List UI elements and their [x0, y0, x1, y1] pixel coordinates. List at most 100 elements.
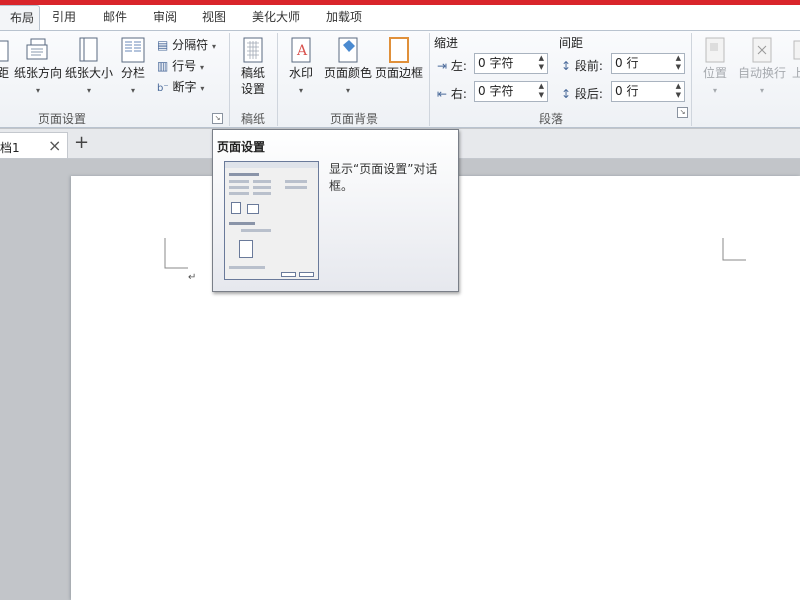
- page-setup-tooltip: 页面设置 显示“页面设置”对话框。: [212, 129, 459, 292]
- page-setup-dialog-preview-icon: [224, 161, 319, 280]
- group-separator: [429, 33, 430, 126]
- size-label: 纸张大小: [64, 66, 113, 80]
- tab-layout[interactable]: 布局: [0, 5, 40, 30]
- line-numbers-icon: ▥: [157, 59, 169, 73]
- wrap-text-icon: [752, 37, 772, 63]
- page-color-button[interactable]: 页面颜色 ▾: [322, 35, 374, 99]
- margins-button[interactable]: 距: [0, 35, 10, 81]
- spacing-after-input[interactable]: 0 行 ▲ ▼: [611, 81, 685, 102]
- page-color-dropdown-icon: ▾: [345, 86, 350, 95]
- breaks-icon: ▤: [157, 38, 169, 52]
- document-tab-title: 档1: [0, 141, 20, 155]
- svg-text:A: A: [296, 43, 308, 59]
- ribbon-tab-row: 布局 引用 邮件 审阅 视图 美化大师 加载项: [0, 5, 800, 30]
- wrap-text-dropdown-icon: ▾: [759, 86, 764, 95]
- bring-forward-label: 上: [791, 66, 800, 80]
- margins-label: 距: [0, 66, 9, 80]
- spacing-after-icon: ↕: [561, 87, 572, 101]
- breaks-button[interactable]: ▤ 分隔符 ▾: [157, 36, 216, 53]
- page-borders-label: 页面边框: [374, 66, 423, 80]
- position-label: 位置: [702, 66, 727, 80]
- page-color-icon: [338, 37, 358, 63]
- watermark-icon: A: [291, 37, 311, 63]
- new-tab-icon[interactable]: +: [74, 132, 89, 153]
- manuscript-button[interactable]: 稿纸 设置: [233, 35, 273, 97]
- tab-addins[interactable]: 加载项: [326, 5, 362, 30]
- indent-right-input[interactable]: 0 字符 ▲ ▼: [474, 81, 548, 102]
- orientation-dropdown-icon: ▾: [35, 86, 40, 95]
- position-button[interactable]: 位置 ▾: [697, 35, 733, 99]
- line-numbers-label: 行号: [172, 59, 197, 73]
- tab-view[interactable]: 视图: [202, 5, 226, 30]
- columns-dropdown-icon: ▾: [130, 86, 135, 95]
- tab-review[interactable]: 审阅: [153, 5, 177, 30]
- watermark-label: 水印: [288, 66, 313, 80]
- hyphenation-label: 断字: [172, 80, 197, 94]
- tab-mail[interactable]: 邮件: [103, 5, 127, 30]
- page-setup-dialog-launcher-icon[interactable]: ↘: [212, 113, 223, 124]
- paragraph-group-label: 段落: [538, 112, 563, 126]
- size-dropdown-icon: ▾: [86, 86, 91, 95]
- wrap-text-button[interactable]: 自动换行 ▾: [736, 35, 788, 99]
- spacing-before-input[interactable]: 0 行 ▲ ▼: [611, 53, 685, 74]
- ribbon: 距 纸张方向 ▾ 纸张大小 ▾ 分栏 ▾ ▤ 分隔符 ▾ ▥ 行号 ▾ b⁻ 断字 ▾…: [0, 30, 800, 128]
- paragraph-dialog-launcher-icon[interactable]: ↘: [677, 107, 688, 118]
- breaks-dropdown-icon: ▾: [212, 42, 217, 51]
- hyphenation-dropdown-icon: ▾: [200, 84, 205, 93]
- indent-right-icon: ⇤: [437, 87, 448, 101]
- manuscript-label-2: 设置: [240, 82, 265, 96]
- line-numbers-button[interactable]: ▥ 行号 ▾: [157, 57, 204, 74]
- columns-label: 分栏: [120, 66, 145, 80]
- group-separator: [277, 33, 278, 126]
- spacing-before-label: ↕ 段前:: [561, 59, 603, 73]
- size-button[interactable]: 纸张大小 ▾: [64, 35, 114, 99]
- manuscript-group-label: 稿纸: [240, 112, 265, 126]
- line-numbers-dropdown-icon: ▾: [200, 63, 205, 72]
- manuscript-label-1: 稿纸: [240, 66, 265, 80]
- orientation-button[interactable]: 纸张方向 ▾: [13, 35, 63, 99]
- breaks-label: 分隔符: [172, 38, 209, 52]
- group-separator: [691, 33, 692, 126]
- hyphenation-button[interactable]: b⁻ 断字 ▾: [157, 78, 204, 95]
- spacing-after-label: ↕ 段后:: [561, 87, 603, 101]
- spin-arrows-icon[interactable]: ▲ ▼: [676, 82, 681, 100]
- page-background-group-label: 页面背景: [329, 112, 378, 126]
- page-setup-group-label: 页面设置: [37, 112, 86, 126]
- paper-size-icon: [79, 37, 98, 62]
- tab-reference[interactable]: 引用: [52, 5, 76, 30]
- spin-arrows-icon[interactable]: ▲ ▼: [676, 54, 681, 72]
- spacing-before-icon: ↕: [561, 59, 572, 73]
- margins-icon: [0, 40, 9, 62]
- indent-left-input[interactable]: 0 字符 ▲ ▼: [474, 53, 548, 74]
- indent-left-icon: ⇥: [437, 59, 448, 73]
- bring-forward-button[interactable]: 上: [788, 35, 800, 81]
- page-color-label: 页面颜色: [323, 66, 372, 80]
- tooltip-title: 页面设置: [217, 140, 266, 154]
- page-borders-icon: [389, 37, 409, 63]
- document-tab[interactable]: 档1 ×: [0, 132, 68, 158]
- orientation-icon: [26, 38, 48, 60]
- indent-right-label: ⇤ 右:: [437, 87, 467, 101]
- spin-arrows-icon[interactable]: ▲ ▼: [539, 54, 544, 72]
- tab-beautify[interactable]: 美化大师: [252, 5, 300, 30]
- columns-button[interactable]: 分栏 ▾: [117, 35, 149, 99]
- spacing-title: 间距: [559, 36, 584, 50]
- hyphenation-icon: b⁻: [157, 83, 169, 94]
- indent-title: 缩进: [434, 36, 459, 50]
- close-icon[interactable]: ×: [48, 136, 61, 155]
- position-dropdown-icon: ▾: [712, 86, 717, 95]
- watermark-dropdown-icon: ▾: [298, 86, 303, 95]
- columns-icon: [121, 37, 145, 63]
- tooltip-description: 显示“页面设置”对话框。: [329, 162, 438, 193]
- wrap-text-label: 自动换行: [737, 66, 786, 80]
- watermark-button[interactable]: A 水印 ▾: [282, 35, 320, 99]
- manuscript-icon: [243, 37, 263, 63]
- bring-forward-icon: [793, 40, 800, 60]
- orientation-label: 纸张方向: [13, 66, 62, 80]
- page-borders-button[interactable]: 页面边框: [374, 35, 424, 81]
- group-separator: [229, 33, 230, 126]
- position-icon: [705, 37, 725, 63]
- indent-left-label: ⇥ 左:: [437, 59, 467, 73]
- paragraph-mark-icon: ↵: [188, 272, 197, 283]
- spin-arrows-icon[interactable]: ▲ ▼: [539, 82, 544, 100]
